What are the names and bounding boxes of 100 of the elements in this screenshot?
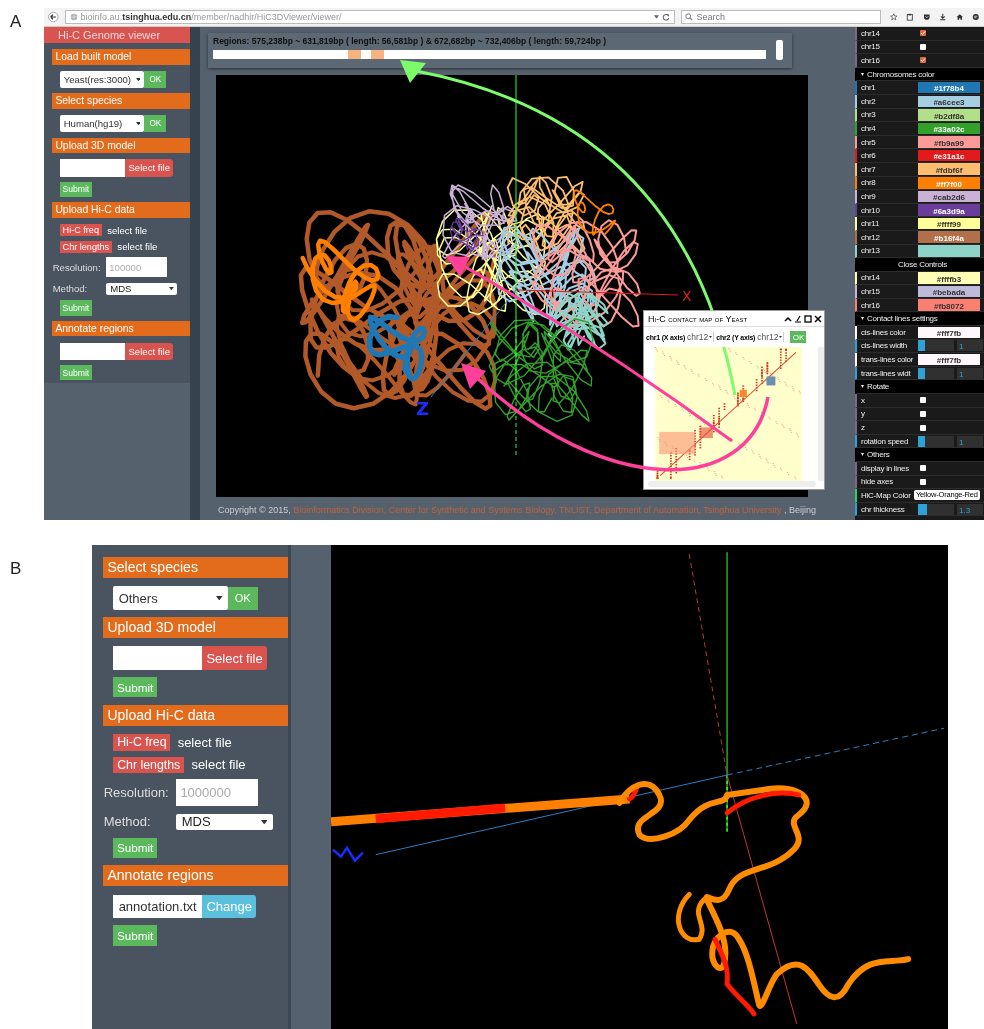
color-swatch[interactable]: #a6cee3: [918, 95, 980, 107]
url-text: bioinfo.au.tsinghua.edu.cn/member/nadhir/HiC3DViewer/viewer/: [80, 12, 342, 22]
reload-icon[interactable]: [661, 13, 670, 21]
color-swatch[interactable]: [918, 245, 980, 257]
color-swatch[interactable]: #bebada: [918, 285, 980, 298]
file-input[interactable]: [59, 342, 126, 360]
minimize-icon[interactable]: [794, 314, 802, 323]
dropdown-icon[interactable]: [653, 15, 659, 19]
caret-icon: [709, 336, 713, 338]
slider[interactable]: [918, 435, 954, 447]
upload-button[interactable]: Hi-C freq: [113, 734, 171, 751]
checkbox[interactable]: [920, 465, 926, 472]
slider[interactable]: [918, 340, 954, 352]
color-swatch[interactable]: #b2df8a: [918, 109, 980, 121]
slider-value[interactable]: 1: [957, 367, 983, 379]
upload-button[interactable]: Chr lengths: [113, 756, 184, 774]
ok-button[interactable]: OK: [790, 331, 807, 343]
color-swatch[interactable]: #ffff99: [918, 217, 980, 230]
submit-button[interactable]: Submit: [113, 677, 157, 698]
clipboard-icon[interactable]: [906, 12, 914, 22]
checkbox[interactable]: [920, 478, 926, 485]
section-header: Upload 3D model: [102, 617, 290, 639]
upload-button[interactable]: Hi-C freq: [59, 224, 102, 237]
close-icon[interactable]: [814, 314, 822, 323]
color-swatch[interactable]: #cab2d6: [918, 190, 980, 203]
color-swatch[interactable]: #33a02c: [918, 122, 980, 135]
control-label: chr5: [861, 137, 877, 147]
region-track[interactable]: [213, 49, 766, 59]
checkbox[interactable]: [920, 57, 926, 64]
color-swatch[interactable]: #fb8072: [918, 299, 980, 311]
maximize-icon[interactable]: [804, 314, 812, 323]
color-swatch[interactable]: #fff7fb: [918, 326, 980, 339]
folder-title[interactable]: Rotate: [867, 382, 890, 392]
resolution-field[interactable]: 100000: [106, 257, 167, 278]
control-label: cis-lines color: [861, 327, 907, 337]
back-icon[interactable]: [48, 10, 59, 24]
method-select[interactable]: MDS: [106, 282, 178, 296]
select-field[interactable]: Human(hg19): [59, 115, 145, 133]
axis-marker-icon: [332, 845, 364, 863]
color-swatch[interactable]: #1f78b4: [918, 81, 980, 94]
color-swatch[interactable]: #b16f4a: [918, 231, 980, 243]
slider[interactable]: [918, 503, 954, 515]
color-swatch[interactable]: #ff7f00: [918, 177, 980, 189]
slider-value[interactable]: 1: [957, 340, 983, 352]
control-label: chr16: [861, 300, 881, 310]
submit-button[interactable]: Submit: [113, 837, 157, 859]
checkbox[interactable]: [920, 424, 926, 431]
file-button[interactable]: Select file: [125, 159, 174, 177]
checkbox[interactable]: [920, 397, 926, 404]
checkbox[interactable]: [920, 30, 926, 37]
file-input[interactable]: annotation.txt: [113, 894, 202, 919]
method-select[interactable]: MDS: [176, 813, 273, 831]
select-field[interactable]: Others: [113, 586, 228, 610]
download-icon[interactable]: [939, 12, 947, 22]
checkbox[interactable]: [920, 43, 926, 50]
caret-icon: [135, 77, 141, 82]
chromosome-select[interactable]: chr12: [757, 332, 785, 342]
submit-button[interactable]: Submit: [59, 365, 92, 381]
scrollbar[interactable]: [818, 347, 824, 481]
color-swatch[interactable]: #e31a1c: [918, 149, 980, 162]
color-swatch[interactable]: #6a3d9a: [918, 204, 980, 216]
pocket-icon[interactable]: [922, 12, 931, 22]
ok-button[interactable]: OK: [144, 70, 167, 88]
color-swatch[interactable]: #ffffb3: [918, 272, 980, 284]
scrollbar[interactable]: [648, 481, 816, 487]
checkbox[interactable]: [920, 410, 926, 417]
slider-value[interactable]: 1.3: [957, 503, 983, 515]
control-label: chr14: [861, 28, 881, 38]
submit-button[interactable]: Submit: [59, 181, 92, 197]
file-button[interactable]: Select file: [125, 342, 174, 360]
color-swatch[interactable]: #fb9a99: [918, 136, 980, 148]
resolution-field[interactable]: 1000000: [176, 779, 259, 807]
control-label: cis-lines width: [861, 341, 909, 351]
home-icon[interactable]: [955, 12, 964, 22]
color-swatch[interactable]: #fff7fb: [918, 353, 980, 366]
address-bar[interactable]: bioinfo.au.tsinghua.edu.cn/member/nadhir/HiC3DViewer/viewer/: [64, 10, 675, 24]
submit-button[interactable]: Submit: [113, 925, 157, 946]
heatmap-block: [699, 427, 713, 439]
search-field[interactable]: Search: [680, 10, 881, 24]
file-button[interactable]: Select file: [201, 646, 268, 670]
star-icon[interactable]: [889, 12, 898, 22]
axis-label: Z: [416, 398, 430, 419]
upload-button[interactable]: Chr lengths: [59, 240, 112, 253]
chromosome-select[interactable]: chr12: [687, 332, 715, 342]
field-label: Resolution:: [52, 261, 102, 273]
ok-button[interactable]: OK: [227, 586, 258, 610]
submit-button[interactable]: Submit: [59, 300, 92, 316]
file-input[interactable]: [113, 646, 202, 670]
control-label: chr1: [861, 83, 877, 93]
file-input[interactable]: [59, 159, 126, 177]
scrollbar[interactable]: [776, 40, 783, 60]
ok-button[interactable]: OK: [144, 115, 167, 133]
select-field[interactable]: Yeast(res:3000): [59, 70, 145, 89]
collapse-icon[interactable]: [784, 314, 792, 323]
slider[interactable]: [918, 367, 954, 379]
section-header: Annotate regions: [51, 320, 190, 337]
chat-icon[interactable]: [972, 12, 980, 22]
color-swatch[interactable]: #fdbf6f: [918, 163, 980, 175]
folder-title[interactable]: Others: [867, 450, 890, 460]
slider-value[interactable]: 1: [957, 435, 983, 447]
